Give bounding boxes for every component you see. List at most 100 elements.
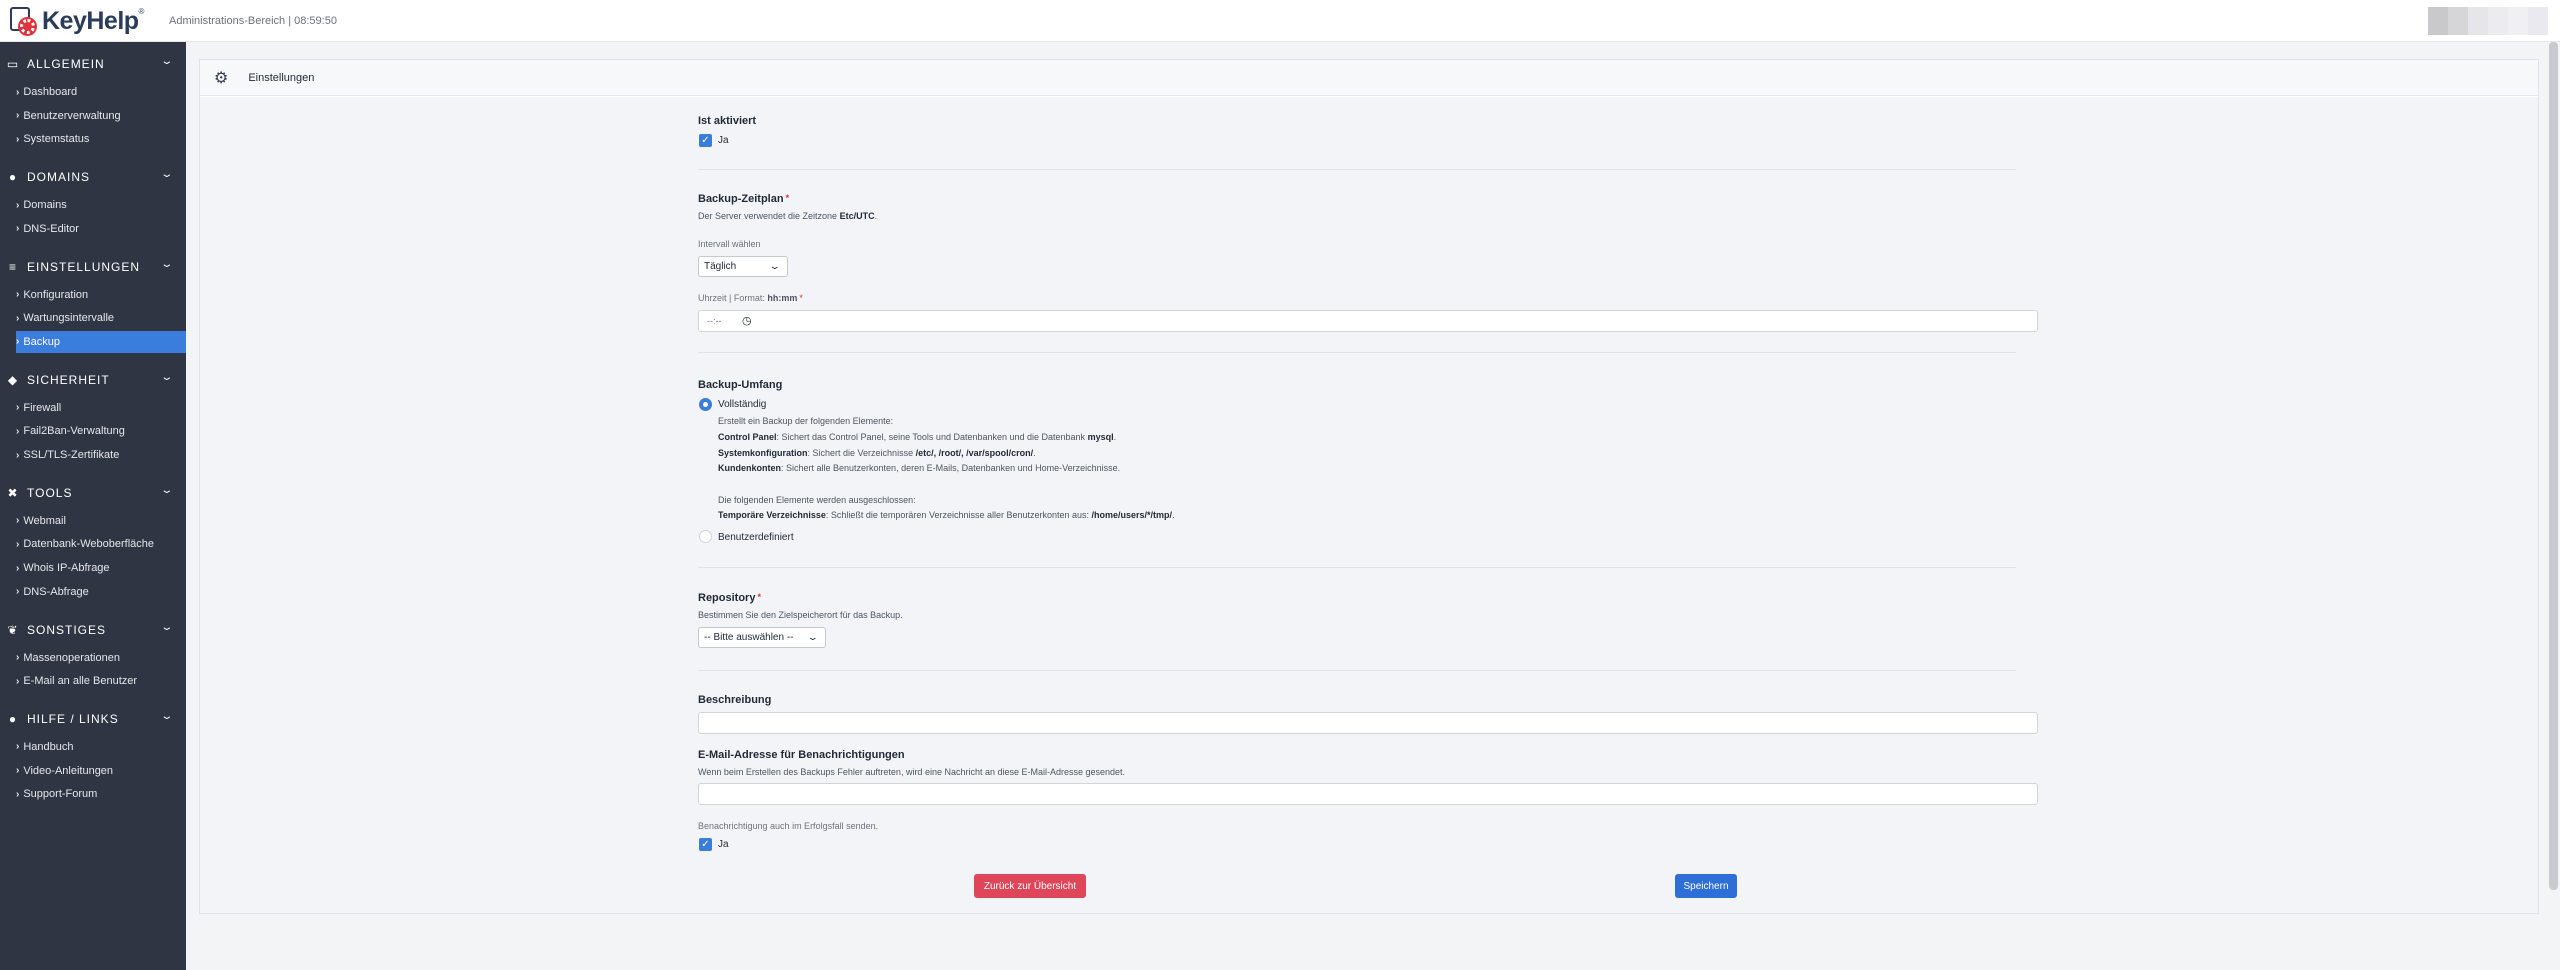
page-scrollbar[interactable] bbox=[2549, 42, 2558, 890]
email-label: E-Mail-Adresse für Benachrichtigungen bbox=[698, 749, 905, 761]
sidebar-item-label: SSL/TLS-Zertifikate bbox=[23, 449, 120, 461]
chevron-right-icon: › bbox=[16, 199, 20, 211]
chevron-right-icon: › bbox=[16, 562, 20, 574]
sidebar-section-title: SICHERHEIT bbox=[27, 372, 110, 387]
sidebar-item-whois-ip-abfrage[interactable]: › Whois IP-Abfrage bbox=[16, 557, 186, 579]
repository-select[interactable]: -- Bitte auswählen -- ⌄ bbox=[698, 627, 826, 648]
chevron-down-icon[interactable]: ⌄ bbox=[160, 711, 175, 722]
sidebar-section-allgemein[interactable]: ▭ ALLGEMEIN ⌄ bbox=[0, 52, 186, 76]
chevron-right-icon: › bbox=[16, 133, 20, 145]
chevron-right-icon: › bbox=[16, 449, 20, 461]
repository-hint: Bestimmen Sie den Zielspeicherort für da… bbox=[698, 610, 903, 620]
sidebar-item-video-anleitungen[interactable]: › Video-Anleitungen bbox=[16, 760, 186, 782]
sidebar-item-wartungsintervalle[interactable]: › Wartungsintervalle bbox=[16, 307, 186, 329]
chevron-down-icon[interactable]: ⌄ bbox=[160, 169, 175, 180]
sidebar-item-label: Fail2Ban-Verwaltung bbox=[23, 425, 125, 438]
chevron-right-icon: › bbox=[16, 515, 20, 527]
logo-gear-icon bbox=[10, 7, 36, 35]
sidebar-item-massenoperationen[interactable]: › Massenoperationen bbox=[16, 647, 186, 669]
sidebar-item-dns-abfrage[interactable]: › DNS-Abfrage bbox=[16, 581, 186, 603]
success-notify-checkbox[interactable]: ✓ bbox=[699, 838, 712, 851]
sidebar-item-benutzerverwaltung[interactable]: › Benutzerverwaltung bbox=[16, 105, 186, 127]
keyhelp-logo[interactable]: KeyHelp® bbox=[10, 6, 144, 36]
sidebar-section-hilfe-links[interactable]: ● HILFE / LINKS ⌄ bbox=[0, 707, 186, 731]
sidebar-section-title: EINSTELLUNGEN bbox=[27, 259, 141, 274]
active-checkbox[interactable]: ✓ bbox=[699, 134, 712, 147]
sidebar-item-label: Backup bbox=[23, 335, 61, 348]
chevron-right-icon: › bbox=[16, 312, 20, 324]
timezone-hint: Der Server verwendet die Zeitzone Etc/UT… bbox=[698, 211, 878, 221]
avatar-block bbox=[2528, 7, 2548, 35]
back-to-overview-button[interactable]: Zurück zur Übersicht bbox=[974, 874, 1086, 898]
gear-icon: ⚙ bbox=[214, 69, 229, 87]
chevron-down-icon[interactable]: ⌄ bbox=[160, 622, 175, 633]
shield-icon: ◆ bbox=[7, 372, 19, 387]
sidebar-item-dashboard[interactable]: › Dashboard bbox=[16, 81, 186, 103]
avatar-block bbox=[2488, 7, 2508, 35]
interval-select[interactable]: Täglich ⌄ bbox=[698, 256, 788, 277]
sidebar-item-support-forum[interactable]: › Support-Forum bbox=[16, 783, 186, 805]
sidebar-item-systemstatus[interactable]: › Systemstatus bbox=[16, 128, 186, 150]
globe-icon: ● bbox=[8, 170, 18, 185]
sidebar-section-einstellungen[interactable]: ≡ EINSTELLUNGEN ⌄ bbox=[0, 255, 186, 279]
sidebar-item-firewall[interactable]: › Firewall bbox=[16, 397, 186, 419]
chevron-down-icon[interactable]: ⌄ bbox=[160, 372, 175, 383]
sidebar-item-label: E-Mail an alle Benutzer bbox=[23, 675, 138, 688]
divider bbox=[698, 567, 2016, 568]
interval-label: Intervall wählen bbox=[698, 239, 761, 249]
sidebar-item-e-mail-an-alle-benutzer[interactable]: › E-Mail an alle Benutzer bbox=[16, 670, 186, 692]
sidebar-section-sicherheit[interactable]: ◆ SICHERHEIT ⌄ bbox=[0, 368, 186, 392]
chevron-down-icon[interactable]: ⌄ bbox=[160, 259, 175, 270]
interval-select-value: Täglich bbox=[704, 261, 737, 272]
success-notify-checkbox-label: Ja bbox=[718, 839, 729, 850]
sidebar-item-domains[interactable]: › Domains bbox=[16, 194, 186, 216]
chevron-down-icon: ⌄ bbox=[769, 261, 782, 271]
save-button[interactable]: Speichern bbox=[1675, 874, 1737, 898]
scope-full-radio[interactable] bbox=[699, 398, 712, 411]
email-input[interactable] bbox=[698, 783, 2038, 805]
chevron-right-icon: › bbox=[16, 402, 20, 414]
chevron-down-icon[interactable]: ⌄ bbox=[160, 485, 175, 496]
avatar-block bbox=[2468, 7, 2488, 35]
sidebar-item-label: Systemstatus bbox=[23, 133, 90, 146]
sidebar-item-label: Handbuch bbox=[23, 740, 74, 753]
chevron-down-icon[interactable]: ⌄ bbox=[160, 56, 175, 67]
chevron-right-icon: › bbox=[16, 110, 20, 122]
scope-full-label: Vollständig bbox=[718, 399, 767, 410]
sidebar-section-title: SONSTIGES bbox=[27, 622, 107, 637]
description-input[interactable] bbox=[698, 712, 2038, 734]
sidebar-item-webmail[interactable]: › Webmail bbox=[16, 510, 186, 532]
description-label: Beschreibung bbox=[698, 694, 772, 706]
sidebar-item-handbuch[interactable]: › Handbuch bbox=[16, 736, 186, 758]
sidebar-item-backup[interactable]: › Backup bbox=[16, 330, 186, 353]
sidebar-item-fail2ban-verwaltung[interactable]: › Fail2Ban-Verwaltung bbox=[16, 420, 186, 442]
user-avatar[interactable] bbox=[2428, 7, 2548, 35]
sidebar-item-dns-editor[interactable]: › DNS-Editor bbox=[16, 218, 186, 240]
time-input[interactable]: --:-- ◷ bbox=[698, 310, 2038, 332]
scope-full-intro: Erstellt ein Backup der folgenden Elemen… bbox=[718, 416, 894, 426]
repository-select-value: -- Bitte auswählen -- bbox=[704, 632, 794, 643]
sidebar-section-tools[interactable]: ✖ TOOLS ⌄ bbox=[0, 481, 186, 505]
sidebar-item-datenbank-weboberfl-che[interactable]: › Datenbank-Weboberfläche bbox=[16, 533, 186, 555]
scope-line-system-config: Systemkonfiguration: Sichert die Verzeic… bbox=[718, 448, 1036, 458]
scope-custom-radio[interactable] bbox=[699, 530, 712, 543]
sliders-icon: ≡ bbox=[8, 259, 17, 274]
sidebar-item-ssl-tls-zertifikate[interactable]: › SSL/TLS-Zertifikate bbox=[16, 444, 186, 466]
time-placeholder: --:-- bbox=[707, 316, 722, 326]
sidebar-section-domains[interactable]: ● DOMAINS ⌄ bbox=[0, 165, 186, 189]
card-header: ⚙ Einstellungen bbox=[200, 60, 2538, 96]
sidebar-section-sonstiges[interactable]: ❦ SONSTIGES ⌄ bbox=[0, 618, 186, 642]
tools-icon: ✖ bbox=[7, 485, 19, 500]
clock-icon[interactable]: ◷ bbox=[742, 314, 752, 327]
sidebar-item-label: Webmail bbox=[23, 514, 66, 527]
chevron-right-icon: › bbox=[16, 86, 20, 98]
leaf-icon: ❦ bbox=[7, 622, 19, 637]
sidebar-item-konfiguration[interactable]: › Konfiguration bbox=[16, 284, 186, 306]
monitor-icon: ▭ bbox=[6, 57, 20, 71]
sidebar-section-title: TOOLS bbox=[27, 485, 73, 500]
scope-label: Backup-Umfang bbox=[698, 379, 783, 391]
scope-line-customer-accounts: Kundenkonten: Sichert alle Benutzerkonte… bbox=[718, 463, 1121, 473]
avatar-block bbox=[2428, 7, 2448, 35]
chevron-down-icon: ⌄ bbox=[807, 632, 820, 642]
sidebar-item-label: DNS-Editor bbox=[23, 222, 79, 235]
